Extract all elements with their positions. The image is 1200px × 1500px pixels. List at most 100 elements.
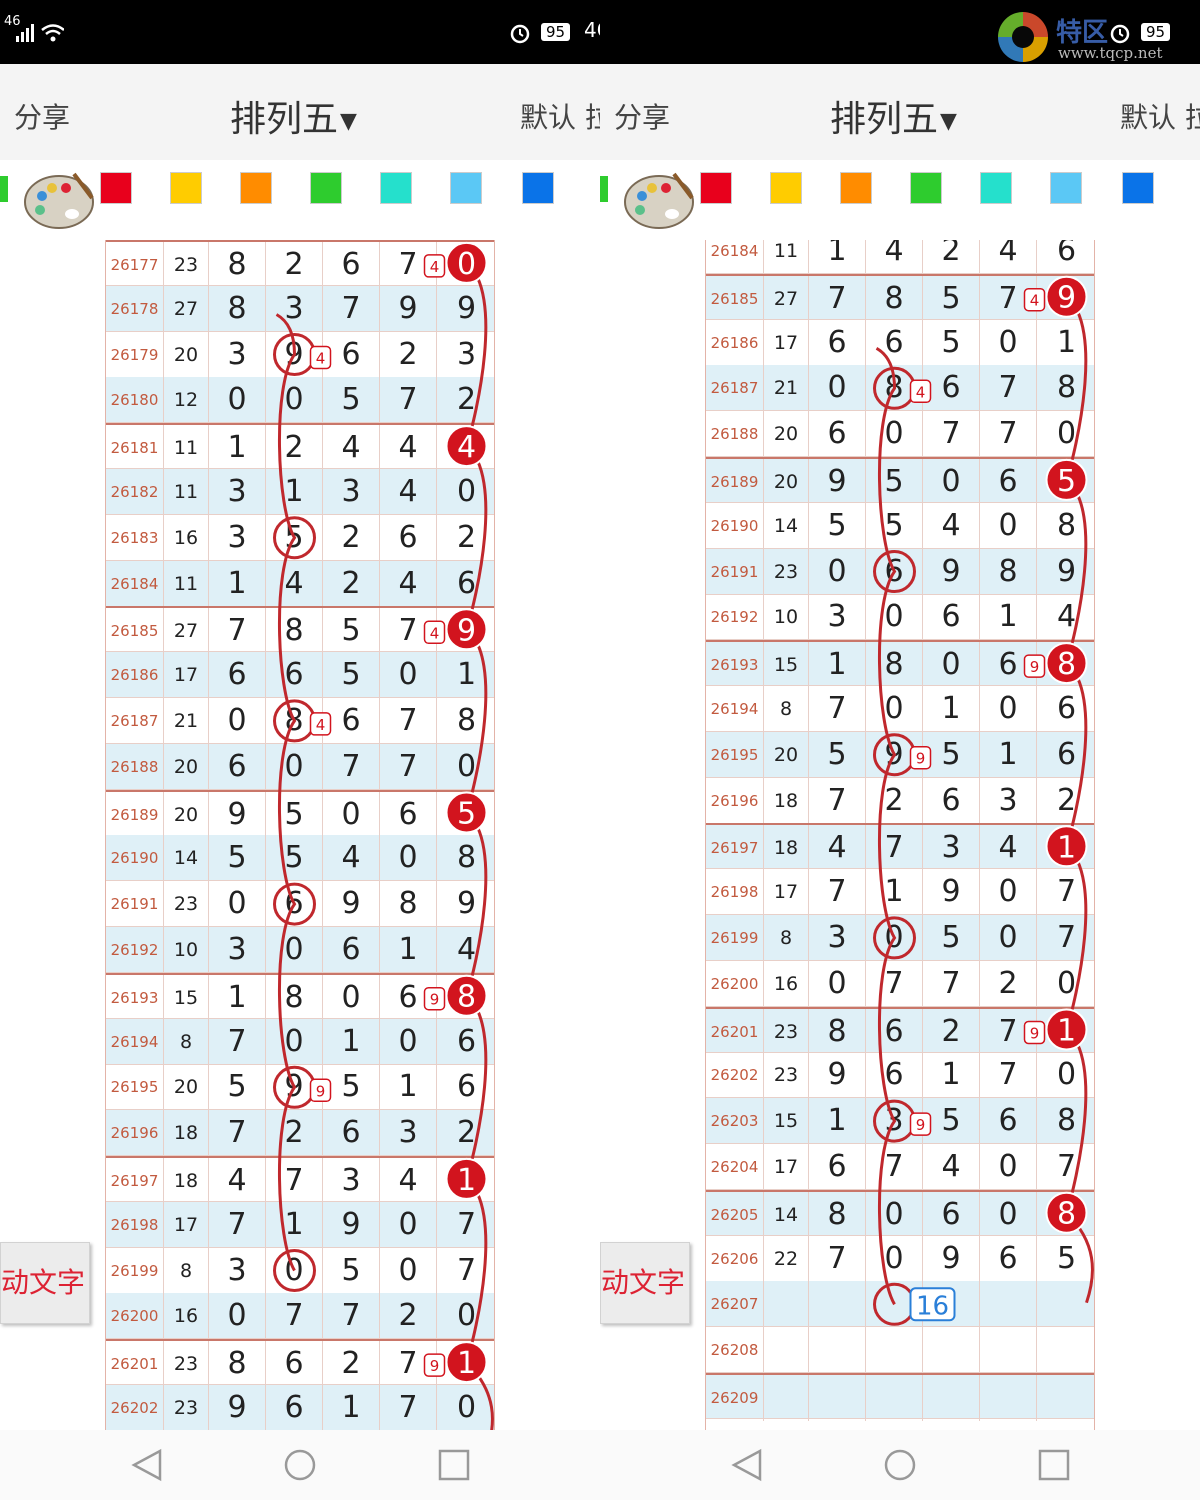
digit-cell: 5 — [1056, 464, 1077, 499]
color-swatch[interactable] — [840, 172, 872, 204]
color-swatch[interactable] — [910, 172, 942, 204]
digit-cell: 6 — [266, 1385, 323, 1430]
table-row: 26185 27 7 8 5 7 9 — [106, 606, 494, 655]
color-swatch[interactable] — [1122, 172, 1154, 204]
sum-cell: 27 — [164, 608, 209, 655]
table-row: 26194 8 7 0 1 0 6 — [106, 1018, 494, 1065]
color-swatch-edge[interactable] — [600, 176, 608, 202]
table-row: 26204 17 6 7 4 0 7 — [706, 1144, 1094, 1190]
palette-icon[interactable] — [622, 168, 696, 232]
digit-cell: 0 — [456, 748, 477, 784]
default-sort-button[interactable]: 默认 拉 — [1120, 96, 1200, 136]
color-swatch[interactable] — [380, 172, 412, 204]
digit-cell: 7 — [980, 1052, 1037, 1099]
digit-cell: 0 — [923, 642, 980, 689]
digit-cell: 2 — [456, 382, 477, 418]
navigation-bar — [600, 1430, 1200, 1500]
lottery-title-dropdown[interactable]: 排列五▼ — [230, 90, 357, 142]
digit-cell: 1 — [1056, 1013, 1077, 1049]
home-icon[interactable] — [883, 1448, 917, 1482]
issue-number-cell: 26189 — [106, 791, 164, 838]
color-swatch[interactable] — [240, 172, 272, 204]
sum-cell: 18 — [164, 1110, 209, 1157]
recents-icon[interactable] — [437, 1448, 471, 1482]
table-row: 26202 23 9 6 1 7 0 — [106, 1385, 494, 1430]
digit-cell: 2 — [866, 777, 923, 824]
digit-cell: 2 — [266, 425, 323, 472]
digit-cell: 2 — [323, 560, 380, 607]
digit-cell: 3 — [456, 336, 477, 372]
share-button[interactable]: 分享 — [614, 96, 670, 136]
digit-cell: 3 — [809, 594, 866, 641]
digit-cell: 7 — [323, 743, 380, 790]
table-row: 26192 10 3 0 6 1 4 — [106, 927, 494, 973]
table-row: 26185 27 7 8 5 7 9 — [706, 273, 1094, 322]
app-header: 分享 排列五▼ 默认 拉 — [0, 64, 600, 160]
digit-cell: 3 — [923, 825, 980, 872]
color-swatch[interactable] — [770, 172, 802, 204]
recents-icon[interactable] — [1037, 1448, 1071, 1482]
digit-cell: 2 — [923, 1008, 980, 1055]
digit-cell: 7 — [980, 1008, 1037, 1055]
digit-cell: 2 — [380, 1293, 437, 1340]
digit-cell: 7 — [866, 1144, 923, 1190]
digit-cell: 0 — [980, 869, 1037, 916]
floating-text-button[interactable]: 动文字 — [0, 1242, 90, 1324]
back-icon[interactable] — [130, 1448, 164, 1482]
digit-cell: 5 — [1056, 1240, 1077, 1276]
digit-cell: 5 — [209, 835, 266, 882]
digit-cell: 1 — [323, 1385, 380, 1430]
digit-cell: 9 — [209, 791, 266, 838]
digit-cell: 1 — [266, 469, 323, 515]
digit-cell: 0 — [980, 1144, 1037, 1190]
color-swatch[interactable] — [310, 172, 342, 204]
digit-cell: 4 — [380, 1158, 437, 1204]
table-row: 26186 17 6 6 5 0 1 — [106, 652, 494, 699]
sum-cell: 15 — [764, 1098, 809, 1145]
color-swatch[interactable] — [100, 172, 132, 204]
digit-cell: 9 — [323, 1201, 380, 1248]
home-icon[interactable] — [283, 1448, 317, 1482]
digit-cell: 0 — [266, 927, 323, 973]
color-swatch[interactable] — [170, 172, 202, 204]
digit-cell: 8 — [456, 840, 477, 876]
table-row: 26205 14 8 0 6 0 8 — [706, 1189, 1094, 1238]
digit-cell: 3 — [380, 1110, 437, 1157]
sum-cell: 15 — [164, 974, 209, 1021]
digit-cell: 3 — [980, 777, 1037, 824]
digit-cell: 4 — [980, 240, 1037, 274]
digit-cell: 7 — [456, 1252, 477, 1288]
sum-cell: 21 — [164, 698, 209, 744]
color-swatch[interactable] — [522, 172, 554, 204]
digit-cell: 5 — [923, 915, 980, 961]
digit-cell: 7 — [1056, 1149, 1077, 1184]
digit-cell — [923, 1327, 980, 1374]
issue-number-cell: 26202 — [106, 1385, 164, 1430]
digit-cell: 7 — [809, 869, 866, 916]
digit-cell: 9 — [456, 886, 477, 922]
digit-cell: 5 — [923, 319, 980, 366]
digit-cell: 0 — [380, 1247, 437, 1294]
table-row: 26180 12 0 0 5 7 2 — [106, 377, 494, 424]
digit-cell: 7 — [1056, 920, 1077, 955]
digit-cell: 0 — [980, 1191, 1037, 1238]
table-row: 26197 18 4 7 3 4 1 — [106, 1156, 494, 1204]
digit-cell: 0 — [866, 1235, 923, 1282]
color-swatch[interactable] — [980, 172, 1012, 204]
default-sort-button[interactable]: 默认 拉 — [520, 96, 600, 136]
share-button[interactable]: 分享 — [14, 96, 70, 136]
table-row: 26179 20 3 9 6 2 3 — [106, 331, 494, 378]
color-swatch-edge[interactable] — [0, 176, 8, 202]
lottery-title-dropdown[interactable]: 排列五▼ — [830, 90, 957, 142]
digit-cell: 3 — [266, 285, 323, 332]
sum-cell: 23 — [164, 881, 209, 928]
palette-icon[interactable] — [22, 168, 96, 232]
back-icon[interactable] — [730, 1448, 764, 1482]
digit-cell: 6 — [866, 319, 923, 366]
color-swatch[interactable] — [700, 172, 732, 204]
color-swatch[interactable] — [1050, 172, 1082, 204]
color-swatch[interactable] — [450, 172, 482, 204]
floating-text-button[interactable]: 动文字 — [600, 1242, 690, 1324]
sum-cell: 18 — [764, 825, 809, 872]
table-row: 26189 20 9 5 0 6 5 — [106, 789, 494, 838]
